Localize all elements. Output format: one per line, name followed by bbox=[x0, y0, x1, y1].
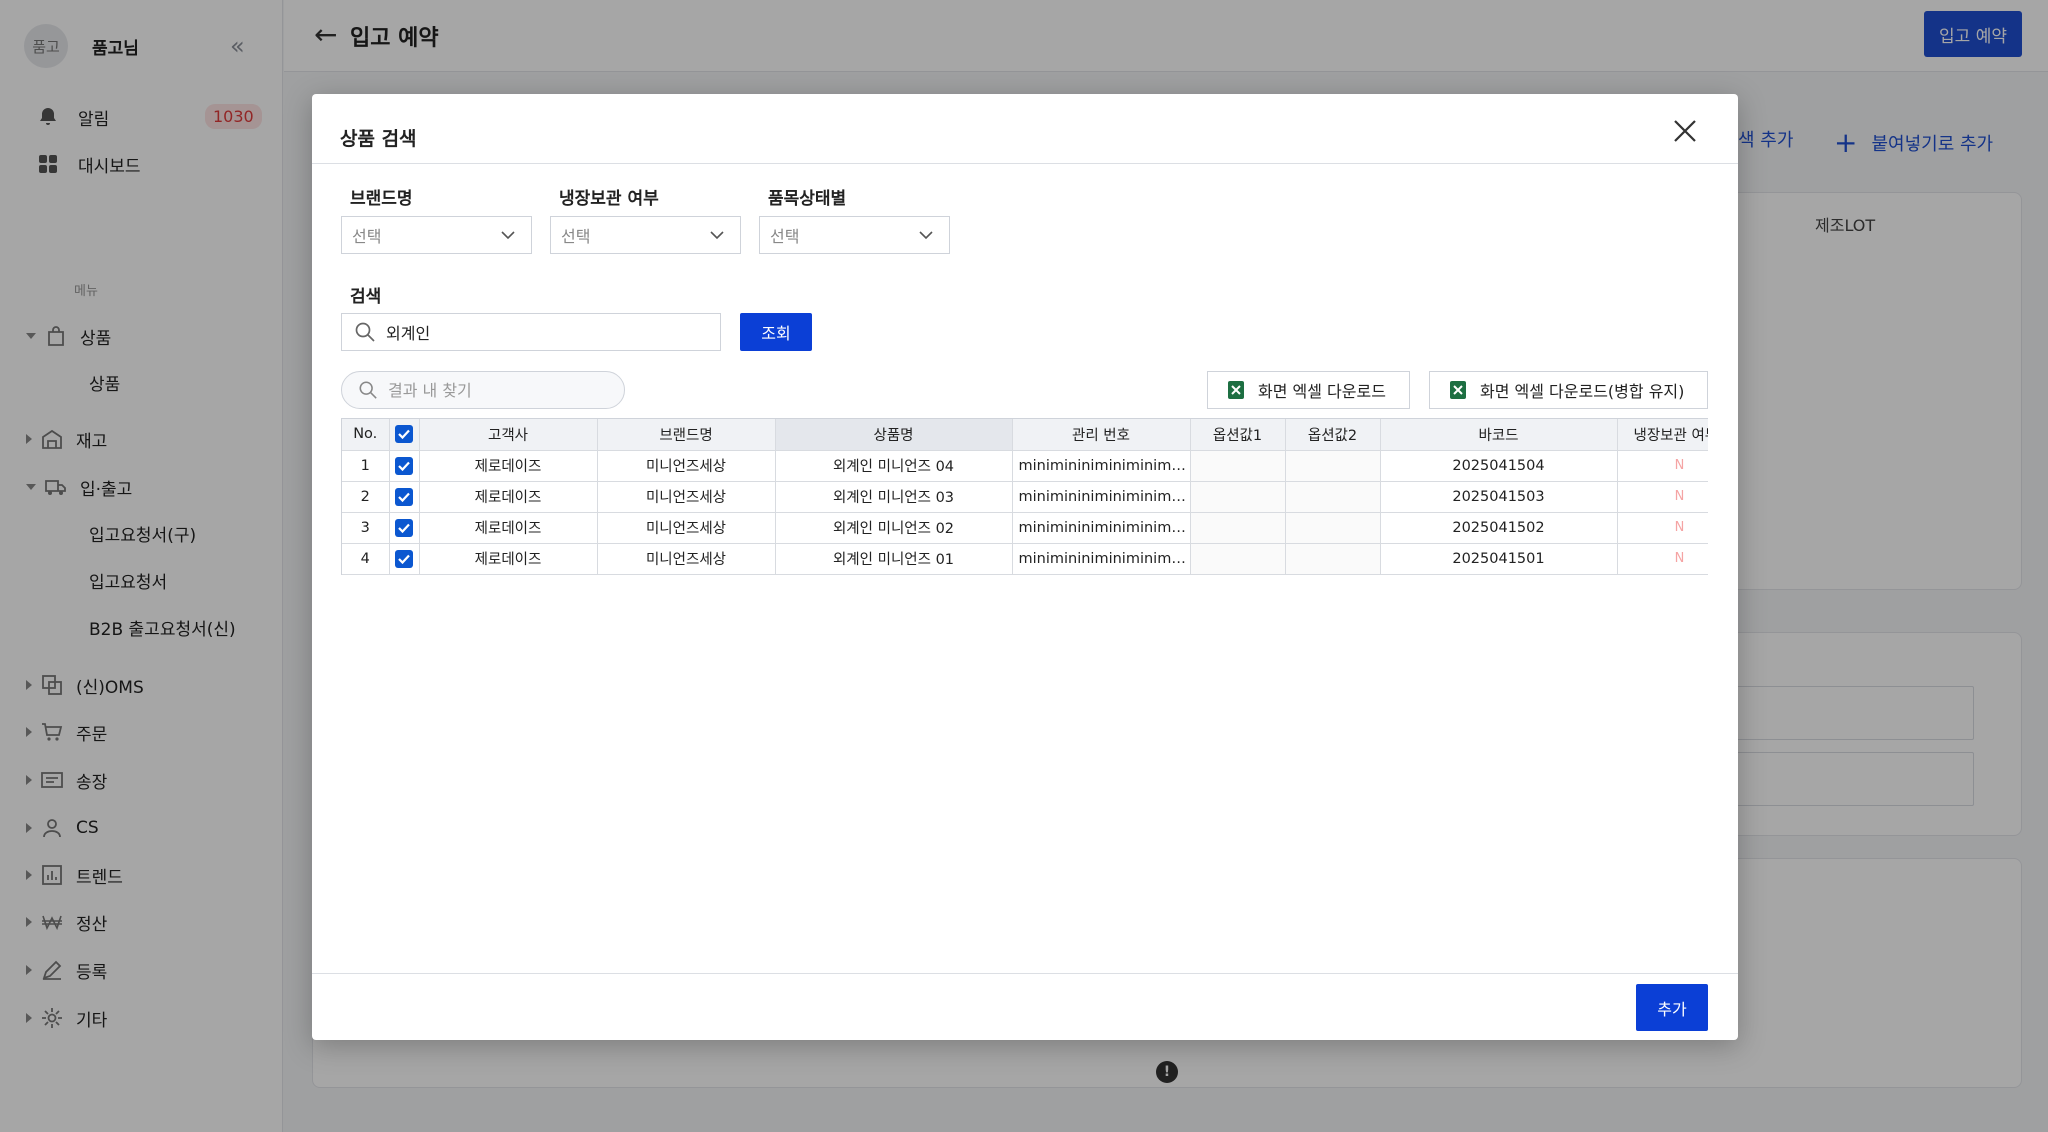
search-field[interactable] bbox=[341, 313, 721, 351]
cell-brand: 미니언즈세상 bbox=[597, 481, 776, 513]
cell-mgmt-number: minimininiminiminiminimini bbox=[1012, 481, 1191, 513]
column-header-customer[interactable]: 고객사 bbox=[419, 419, 598, 451]
search-icon bbox=[355, 322, 375, 342]
cell-no: 3 bbox=[342, 512, 390, 544]
cell-option1 bbox=[1190, 543, 1286, 575]
select-value: 선택 bbox=[770, 227, 800, 246]
excel-download-label: 화면 엑셀 다운로드 bbox=[1258, 382, 1386, 401]
checkbox-checked[interactable] bbox=[395, 456, 413, 475]
checkbox-checked[interactable] bbox=[395, 549, 413, 568]
chevron-down-icon bbox=[919, 231, 933, 240]
select-value: 선택 bbox=[561, 227, 591, 246]
results-grid: No. 고객사 브랜드명 상품명 관리 번호 옵션값1 옵션값2 바코드 냉장보… bbox=[341, 418, 1708, 575]
cell-customer: 제로데이즈 bbox=[419, 450, 598, 482]
excel-download-merged-label: 화면 엑셀 다운로드(병합 유지) bbox=[1480, 382, 1685, 401]
check-icon bbox=[398, 554, 410, 564]
excel-icon bbox=[1228, 381, 1244, 399]
select-value: 선택 bbox=[352, 227, 382, 246]
column-header-cold-storage[interactable]: 냉장보관 여부 bbox=[1617, 419, 1708, 451]
cell-option1 bbox=[1190, 450, 1286, 482]
cell-option2 bbox=[1285, 512, 1381, 544]
cold-storage-select[interactable]: 선택 bbox=[550, 216, 741, 254]
close-icon bbox=[1674, 120, 1696, 142]
modal-header: 상품 검색 bbox=[312, 94, 1738, 164]
column-header-option2[interactable]: 옵션값2 bbox=[1285, 419, 1381, 451]
cell-cold-storage: N bbox=[1617, 481, 1708, 513]
excel-icon bbox=[1450, 381, 1466, 399]
cold-storage-filter-label: 냉장보관 여부 bbox=[559, 189, 659, 209]
cell-product: 외계인 미니언즈 03 bbox=[775, 481, 1013, 513]
select-all-checkbox[interactable] bbox=[389, 419, 420, 451]
cell-product: 외계인 미니언즈 01 bbox=[775, 543, 1013, 575]
table-row[interactable]: 1 제로데이즈 미니언즈세상 외계인 미니언즈 04 minimininimin… bbox=[342, 450, 1708, 482]
cell-option2 bbox=[1285, 543, 1381, 575]
checkbox-checked[interactable] bbox=[395, 425, 413, 444]
chevron-down-icon bbox=[501, 231, 515, 240]
row-checkbox[interactable] bbox=[389, 450, 420, 482]
find-in-results-input[interactable] bbox=[388, 380, 608, 400]
cell-option2 bbox=[1285, 450, 1381, 482]
check-icon bbox=[398, 430, 410, 440]
column-header-product[interactable]: 상품명 bbox=[775, 419, 1013, 451]
check-icon bbox=[398, 492, 410, 502]
close-button[interactable] bbox=[1672, 118, 1698, 144]
search-label: 검색 bbox=[350, 287, 382, 307]
cell-no: 1 bbox=[342, 450, 390, 482]
product-search-modal: 상품 검색 브랜드명 냉장보관 여부 품목상태별 선택 선택 선택 검색 조회 … bbox=[312, 94, 1738, 1040]
check-icon bbox=[398, 461, 410, 471]
add-button[interactable]: 추가 bbox=[1636, 984, 1708, 1031]
cell-cold-storage: N bbox=[1617, 543, 1708, 575]
column-header-barcode[interactable]: 바코드 bbox=[1380, 419, 1618, 451]
query-button[interactable]: 조회 bbox=[740, 313, 812, 351]
cell-brand: 미니언즈세상 bbox=[597, 543, 776, 575]
cell-option1 bbox=[1190, 481, 1286, 513]
cell-customer: 제로데이즈 bbox=[419, 543, 598, 575]
search-icon bbox=[359, 381, 377, 399]
table-row[interactable]: 3 제로데이즈 미니언즈세상 외계인 미니언즈 02 minimininimin… bbox=[342, 512, 1708, 544]
cell-product: 외계인 미니언즈 02 bbox=[775, 512, 1013, 544]
table-row[interactable]: 4 제로데이즈 미니언즈세상 외계인 미니언즈 01 minimininimin… bbox=[342, 543, 1708, 575]
cell-customer: 제로데이즈 bbox=[419, 512, 598, 544]
cell-brand: 미니언즈세상 bbox=[597, 450, 776, 482]
grid-header-row: No. 고객사 브랜드명 상품명 관리 번호 옵션값1 옵션값2 바코드 냉장보… bbox=[342, 419, 1708, 451]
cell-cold-storage: N bbox=[1617, 450, 1708, 482]
checkbox-checked[interactable] bbox=[395, 487, 413, 506]
excel-download-merged-button[interactable]: 화면 엑셀 다운로드(병합 유지) bbox=[1429, 371, 1708, 409]
column-header-option1[interactable]: 옵션값1 bbox=[1190, 419, 1286, 451]
cell-mgmt-number: minimininiminiminiminimini bbox=[1012, 450, 1191, 482]
item-status-filter-label: 품목상태별 bbox=[768, 189, 847, 209]
cell-barcode: 2025041504 bbox=[1380, 450, 1618, 482]
item-status-select[interactable]: 선택 bbox=[759, 216, 950, 254]
cell-option1 bbox=[1190, 512, 1286, 544]
cell-customer: 제로데이즈 bbox=[419, 481, 598, 513]
brand-select[interactable]: 선택 bbox=[341, 216, 532, 254]
excel-download-button[interactable]: 화면 엑셀 다운로드 bbox=[1207, 371, 1410, 409]
cell-product: 외계인 미니언즈 04 bbox=[775, 450, 1013, 482]
cell-mgmt-number: minimininiminiminiminimini bbox=[1012, 543, 1191, 575]
cell-mgmt-number: minimininiminiminiminimini bbox=[1012, 512, 1191, 544]
cell-no: 2 bbox=[342, 481, 390, 513]
cell-cold-storage: N bbox=[1617, 512, 1708, 544]
search-input[interactable] bbox=[386, 322, 686, 342]
row-checkbox[interactable] bbox=[389, 543, 420, 575]
cell-brand: 미니언즈세상 bbox=[597, 512, 776, 544]
column-header-brand[interactable]: 브랜드명 bbox=[597, 419, 776, 451]
cell-option2 bbox=[1285, 481, 1381, 513]
modal-footer: 추가 bbox=[312, 973, 1738, 1040]
modal-title: 상품 검색 bbox=[340, 128, 417, 150]
table-row[interactable]: 2 제로데이즈 미니언즈세상 외계인 미니언즈 03 minimininimin… bbox=[342, 481, 1708, 513]
check-icon bbox=[398, 523, 410, 533]
column-header-no[interactable]: No. bbox=[342, 419, 390, 451]
row-checkbox[interactable] bbox=[389, 512, 420, 544]
checkbox-checked[interactable] bbox=[395, 518, 413, 537]
brand-filter-label: 브랜드명 bbox=[350, 189, 413, 209]
chevron-down-icon bbox=[710, 231, 724, 240]
row-checkbox[interactable] bbox=[389, 481, 420, 513]
cell-no: 4 bbox=[342, 543, 390, 575]
find-in-results-field[interactable] bbox=[341, 371, 625, 409]
cell-barcode: 2025041503 bbox=[1380, 481, 1618, 513]
cell-barcode: 2025041501 bbox=[1380, 543, 1618, 575]
cell-barcode: 2025041502 bbox=[1380, 512, 1618, 544]
column-header-mgmt-number[interactable]: 관리 번호 bbox=[1012, 419, 1191, 451]
